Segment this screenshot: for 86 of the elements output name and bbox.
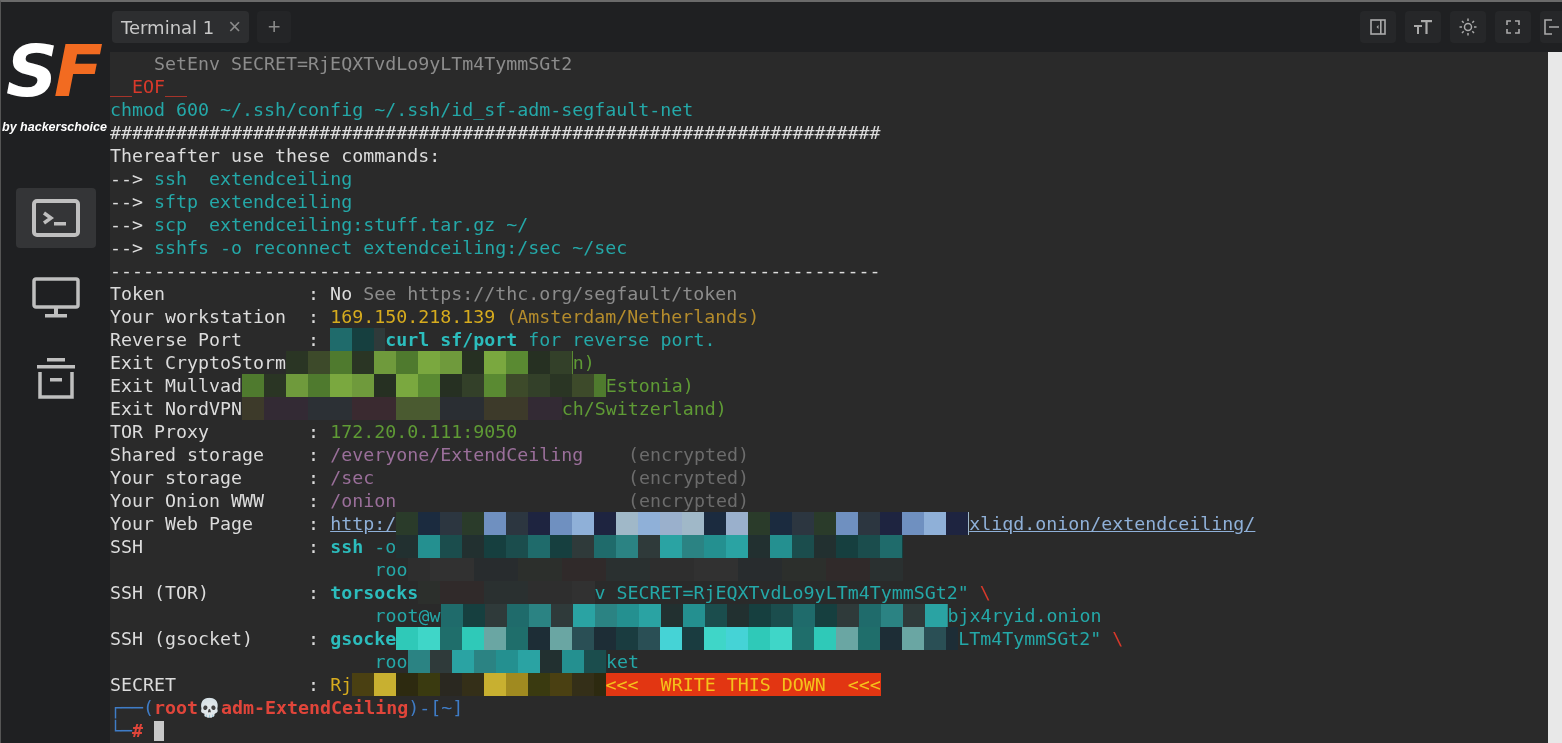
command-text: scp extendceiling:stuff.tar.gz ~/ [154,213,529,236]
archive-icon [34,356,77,400]
output-text: (encrypted) [628,466,750,489]
logout-button[interactable] [1540,11,1562,43]
output-text: (encrypted) [628,443,750,466]
command-text: ssh extendceiling [154,167,353,190]
prompt-text: # [132,720,144,742]
command-text: roo [374,650,408,673]
command-text: v SECRET=RjEQXTvdLo9yLTm4TymmSGt2" [594,581,969,604]
output-text: ch/Switzerland) [561,397,727,420]
output-text: Rj [330,673,353,696]
sun-icon [1459,18,1477,36]
exit-icon [1544,19,1560,35]
command-text: ket [605,650,639,673]
close-tab-button[interactable]: × [228,16,242,38]
new-tab-button[interactable]: + [257,11,292,43]
output-text: SECRET : [110,673,321,696]
command-text: -o [373,535,397,558]
command-text: root@w [374,604,441,627]
command-text: sshfs -o reconnect extendceiling:/sec ~/sec [154,236,628,259]
output-text: __EOF__ [110,75,188,98]
output-text: ###################################################################### [110,121,881,144]
output-text: Thereafter use these commands: [110,144,441,167]
output-text: Your storage : [110,466,321,489]
panel-icon [1370,19,1386,35]
font-size-icon [1413,19,1433,35]
output-text: --> [110,213,145,236]
link[interactable]: xliqd.onion/extendceiling/ [969,512,1256,535]
logo: SF [5,36,99,106]
command-text: LTm4TymmSGt2" [958,627,1102,650]
prompt-text: root💀adm-ExtendCeiling [154,696,409,719]
warning-banner: <<< WRITE THIS DOWN <<< [605,673,881,696]
output-text: (encrypted) [628,489,750,512]
output-text: SSH : [110,535,321,558]
link[interactable]: http:/ [330,512,397,535]
output-text: n) [572,351,595,374]
monitor-icon [31,277,80,319]
output-text: See https://thc.org/segfault/token [362,282,738,305]
output-text: SetEnv SECRET=RjEQXTvdLo9yLTm4TymmSGt2 [153,52,573,75]
output-text: Estonia) [605,374,694,397]
output-text: Your workstation : [110,305,321,328]
output-text: Your Onion WWW : [110,489,321,512]
command-text: bjx4ryid.onion [947,604,1102,627]
prompt-text: └─ [110,719,132,742]
font-size-button[interactable] [1405,11,1441,43]
terminal-nav-button[interactable] [15,188,96,248]
fullscreen-icon [1506,20,1520,34]
command-text: curl sf/port [385,328,518,351]
command-text: torsocks [330,581,419,604]
command-text: roo [374,558,408,581]
command-text: ssh [330,535,364,558]
command-text: sftp extendceiling [154,190,353,213]
output-text: /everyone/ExtendCeiling [330,443,584,466]
output-text: Reverse Port : [110,328,321,351]
output-text: \ [1111,627,1124,650]
fullscreen-button[interactable] [1495,11,1531,43]
output-text: /onion [330,489,397,512]
output-text: Exit Mullvad [110,374,243,397]
byline-text: by hackerschoice [2,120,107,134]
output-text: --> [110,167,145,190]
terminal-icon [31,199,80,237]
terminal-tab[interactable]: Terminal 1 × [112,11,250,43]
output-text: ---------------------------------------------------------------------- [110,259,881,282]
output-text: --> [110,236,145,259]
output-text: --> [110,190,145,213]
output-text: TOR Proxy : [110,420,321,443]
prompt-text: ┌──( [110,696,155,719]
command-text: for reverse port. [527,328,716,351]
output-text: Token : No [110,282,353,305]
command-text: chmod 600 ~/.ssh/config ~/.ssh/id_sf-adm-segfault-net [110,98,694,121]
sidebar-toggle-button[interactable] [1360,11,1396,43]
output-text: Shared storage : [110,443,321,466]
output-text: (Amsterdam/Netherlands) [505,305,760,328]
output-text: Exit NordVPN [110,397,243,420]
prompt-text: )-[~] [408,696,464,719]
output-text: Your Web Page : [110,512,321,535]
output-text: \ [978,581,991,604]
cursor [154,721,165,741]
theme-button[interactable] [1450,11,1486,43]
output-text: Exit CryptoStorm [110,351,287,374]
output-text: 172.20.0.111:9050 [330,420,518,443]
command-text: gsocke [330,627,397,650]
output-text: 169.150.218.139 [330,305,496,328]
output-text: SSH (gsocket) : [110,627,321,650]
output-text: SSH (TOR) : [110,581,321,604]
output-text: /sec [330,466,375,489]
